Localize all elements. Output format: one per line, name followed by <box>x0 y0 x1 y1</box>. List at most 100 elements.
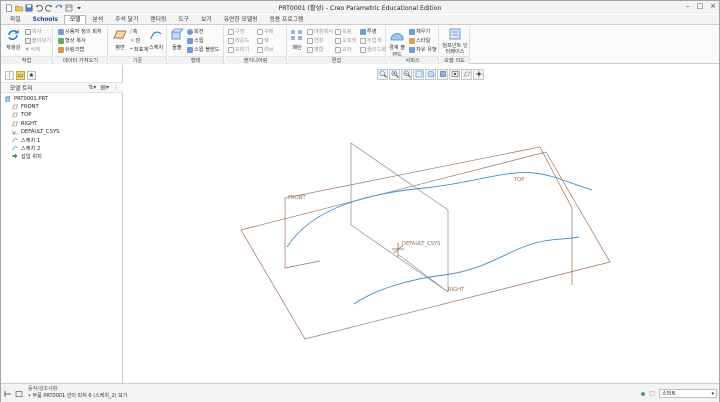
navigator-tabs: ⋮ ▭ ★ <box>1 69 123 81</box>
regenerate-button[interactable]: 재생성 <box>2 27 24 55</box>
pattern-button[interactable]: 패턴 <box>288 27 306 55</box>
regenerate-icon[interactable] <box>55 4 63 12</box>
paste-button[interactable]: 붙여넣기 <box>25 37 51 44</box>
sketch-1-curve[interactable] <box>286 172 593 248</box>
status-right-tools: ⬚ 스마트 ▾ <box>641 389 717 398</box>
tab-model[interactable]: 모델 <box>63 15 87 24</box>
thicken-button[interactable]: 두껍게 <box>360 37 381 44</box>
right-datum-plane-edges[interactable] <box>284 146 573 285</box>
swept-blend-button[interactable]: 스윕 블렌드 <box>187 46 220 53</box>
offset-button[interactable]: 오프셋 <box>335 37 356 44</box>
title-bar: PRT0001 (활성) - Creo Parametric Education… <box>1 1 719 14</box>
selection-icon[interactable]: ⬚ <box>649 390 655 397</box>
tree-filter-icon[interactable]: ⇅▾ <box>88 84 96 91</box>
project-button[interactable]: 투영 <box>360 28 377 35</box>
tree-item-default-csys[interactable]: DEFAULT_CSYS <box>5 128 59 136</box>
save-icon[interactable] <box>25 4 33 12</box>
close-icon[interactable]: × <box>710 2 716 10</box>
tab-flexible-modeling[interactable]: 유연한 모델링 <box>218 15 264 24</box>
copy-button[interactable]: 복사 <box>25 28 42 35</box>
csys-button[interactable]: ⌖ 좌표계 <box>130 46 148 53</box>
part-icon <box>5 96 11 102</box>
draft-button[interactable]: 구배 <box>257 28 274 35</box>
model-tree-title: 모델 트리 <box>10 85 33 92</box>
selection-filter[interactable]: 스마트 ▾ <box>659 389 717 398</box>
model-tree-header-tools: ⇅▾ ▤▾ ⋮ <box>88 84 119 91</box>
front-datum-plane[interactable] <box>350 142 449 293</box>
windows-icon[interactable] <box>65 4 73 12</box>
sketch-2-curve[interactable] <box>353 236 580 305</box>
delete-button[interactable]: ✕ 삭제 <box>25 46 40 54</box>
tree-item-top[interactable]: TOP <box>5 111 59 119</box>
udf-button[interactable]: 사용자 정의 피처 <box>58 28 102 35</box>
mirror-button[interactable]: 대칭복사 <box>307 28 333 35</box>
favorites-tab-icon[interactable]: ★ <box>27 70 36 80</box>
plane-button[interactable]: 평면 <box>109 27 131 55</box>
tab-tools[interactable]: 도구 <box>172 15 195 24</box>
tree-item-sketch-1[interactable]: 스케치 1 <box>5 136 59 144</box>
group-engineering-label: 엔지니어링 <box>225 56 286 64</box>
minimize-icon[interactable]: – <box>686 2 690 10</box>
navigator-toggle-icon[interactable] <box>4 390 12 398</box>
undo-icon[interactable] <box>35 4 43 12</box>
sweep-button[interactable]: 스윕 <box>187 37 204 44</box>
tab-file[interactable]: 파일 <box>4 15 27 24</box>
group-model-intent-label: 모델 의도 <box>440 56 469 64</box>
copy-geometry-icon <box>58 37 64 44</box>
tree-item-front[interactable]: FRONT <box>5 103 59 111</box>
tab-analysis[interactable]: 분석 <box>86 15 109 24</box>
model-tree-tab-icon[interactable]: ⋮ <box>5 70 14 80</box>
axis-button[interactable]: / 축 <box>130 28 138 36</box>
revolve-button[interactable]: 회전 <box>187 28 204 35</box>
datum-plane-icon <box>12 104 18 110</box>
group-operations: 재생성 복사 붙여넣기 ✕ 삭제 작업 <box>1 26 53 64</box>
front-plane-lower-edge <box>398 254 449 293</box>
sketch-button[interactable]: 스케치 <box>147 27 165 55</box>
folder-browser-tab-icon[interactable]: ▭ <box>16 70 25 80</box>
tree-settings-icon[interactable]: ▤▾ <box>100 84 109 91</box>
csys-icon: ⌖ <box>130 46 133 52</box>
extrude-icon <box>171 28 184 40</box>
maximize-icon[interactable]: □ <box>697 2 704 10</box>
trim-button[interactable]: 트림 <box>335 28 352 35</box>
tree-item-sketch-2[interactable]: 스케치 2 <box>5 144 59 152</box>
open-folder-icon[interactable] <box>15 4 23 12</box>
right-datum-plane[interactable] <box>285 147 572 292</box>
component-interface-button[interactable]: 컴포넌트 인터페이스 <box>441 27 469 55</box>
boundary-blend-button[interactable]: 경계 블렌드 <box>387 27 407 58</box>
tab-annotate[interactable]: 주석 달기 <box>109 15 144 24</box>
tab-applications[interactable]: 응용 프로그램 <box>264 15 310 24</box>
tab-schools[interactable]: Schools <box>27 15 64 24</box>
delete-icon: ✕ <box>25 46 30 53</box>
tree-item-right[interactable]: RIGHT <box>5 120 59 128</box>
new-file-icon[interactable] <box>5 3 13 12</box>
copy-geometry-button[interactable]: 형상 복사 <box>58 37 86 44</box>
extrude-button[interactable]: 돌출 <box>168 27 186 55</box>
chamfer-icon <box>228 46 234 53</box>
extend-button[interactable]: 연장 <box>307 37 324 44</box>
style-button[interactable]: 스타일 <box>409 37 430 44</box>
shell-button[interactable]: 쉘 <box>257 37 269 44</box>
group-editing-label: 편집 <box>288 56 385 64</box>
shrinkwrap-button[interactable]: 쉬링크랩 <box>58 46 84 53</box>
customize-toolbar-icon[interactable] <box>75 4 83 12</box>
round-button[interactable]: 라운드 <box>228 37 249 44</box>
chamfer-button[interactable]: 모따기 <box>228 46 249 53</box>
group-get-data: 사용자 정의 피처 형상 복사 쉬링크랩 데이터 가져오기 <box>54 26 108 64</box>
freestyle-button[interactable]: 자유 유형 <box>409 46 437 53</box>
solidify-button[interactable]: 솔리드화 <box>360 46 386 53</box>
intersect-button[interactable]: 교차 <box>335 46 352 53</box>
tree-item-part[interactable]: PRT0001.PRT <box>5 95 59 103</box>
browser-toggle-icon[interactable] <box>15 390 23 398</box>
redo-icon[interactable] <box>45 4 53 12</box>
tab-render[interactable]: 렌더링 <box>144 15 172 24</box>
tab-view[interactable]: 보기 <box>195 15 218 24</box>
hole-button[interactable]: 구멍 <box>228 28 245 35</box>
point-button[interactable]: × 점 <box>130 37 140 45</box>
tree-item-insert-here[interactable]: 삽입 위치 <box>5 152 59 160</box>
rib-button[interactable]: 리브 <box>257 46 274 53</box>
graphics-window[interactable]: FRONT TOP RIGHT DEFAULT_CSYS <box>124 65 719 383</box>
fill-button[interactable]: 채우기 <box>409 28 430 35</box>
tree-more-icon[interactable]: ⋮ <box>113 84 119 91</box>
merge-button[interactable]: 병합 <box>307 46 324 53</box>
